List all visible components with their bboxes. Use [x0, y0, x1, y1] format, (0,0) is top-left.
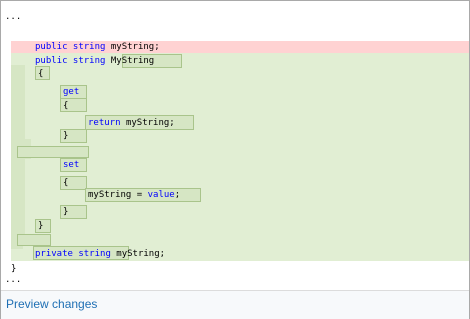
added-segment-box	[17, 146, 89, 158]
identifier: myString;	[116, 249, 166, 259]
preview-changes-pane: ... public string myString; public strin…	[0, 0, 470, 319]
identifier: MyString	[110, 56, 155, 66]
code-line-added: {	[38, 68, 43, 80]
brace: {	[63, 101, 69, 111]
code-line-added: }	[63, 206, 68, 218]
code-line-added: set	[63, 159, 79, 171]
code-line-removed: public string myString;	[35, 41, 160, 53]
collapsed-lines-indicator: ...	[5, 275, 22, 285]
keyword: private string	[35, 249, 117, 259]
code-line-added: {	[63, 177, 68, 189]
keyword: value	[147, 190, 175, 200]
code-line-added: private string myString;	[35, 248, 165, 260]
brace: }	[63, 207, 69, 217]
brace: {	[63, 178, 69, 188]
keyword: return	[88, 118, 126, 128]
code-diff-view: ... public string myString; public strin…	[1, 1, 469, 289]
identifier: myString;	[125, 118, 175, 128]
identifier: myString;	[110, 42, 160, 52]
brace: }	[63, 131, 69, 141]
preview-footer: Preview changes	[1, 290, 469, 319]
collapsed-lines-indicator: ...	[5, 12, 22, 22]
code-line-added: return myString;	[88, 117, 175, 129]
code-line-added: {	[63, 100, 68, 112]
added-segment-box	[17, 234, 51, 246]
code-line-added: public string MyString	[35, 55, 154, 67]
keyword: get	[63, 87, 80, 97]
code-line-added: get	[63, 86, 79, 98]
keyword: set	[63, 160, 80, 170]
brace: }	[11, 264, 17, 274]
preview-changes-link[interactable]: Preview changes	[6, 297, 97, 311]
code-line-added: myString = value;	[88, 189, 180, 201]
code-line-added: }	[38, 220, 43, 232]
brace: }	[38, 221, 44, 231]
keyword: public string	[35, 56, 111, 66]
identifier: myString =	[88, 190, 148, 200]
punctuation: ;	[174, 190, 181, 200]
keyword: public string	[35, 42, 111, 52]
code-line-added: }	[63, 130, 68, 142]
brace: {	[38, 69, 44, 79]
